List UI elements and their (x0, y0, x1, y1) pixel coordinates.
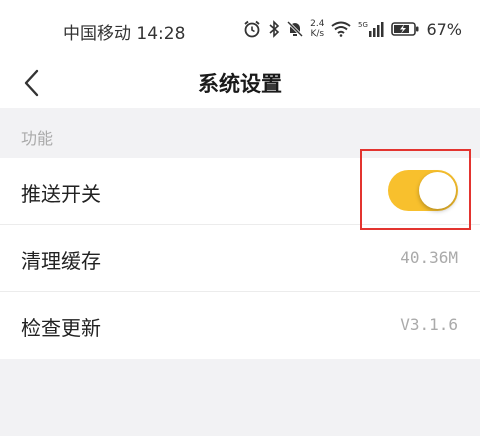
battery-percent: 67% (426, 19, 462, 39)
empty-area (0, 360, 480, 436)
cellular-signal-icon: 5G (358, 20, 384, 38)
push-toggle-label: 推送开关 (21, 182, 101, 206)
battery-icon (391, 21, 419, 37)
version-value: V3.1.6 (400, 315, 458, 334)
net-speed-unit: K/s (310, 29, 325, 39)
status-bar: 中国移动 14:28 2.4 K/s 5G 67% (0, 0, 480, 58)
nav-bar: 系统设置 (0, 58, 480, 108)
check-update-label: 检查更新 (21, 316, 101, 340)
net-speed-value: 2.4 (310, 19, 325, 29)
wifi-icon (331, 21, 352, 37)
alarm-icon (243, 20, 261, 38)
mute-bell-icon (287, 20, 304, 38)
status-icons: 2.4 K/s 5G 67% (243, 16, 462, 42)
carrier-time: 中国移动 14:28 (63, 24, 186, 44)
page-title: 系统设置 (198, 72, 282, 96)
section-header-label: 功能 (21, 129, 54, 148)
toggle-knob (419, 172, 456, 209)
network-speed: 2.4 K/s (310, 19, 324, 39)
clear-cache-row[interactable]: 清理缓存 40.36M (0, 225, 480, 292)
clear-cache-label: 清理缓存 (21, 249, 101, 273)
push-toggle-switch[interactable] (388, 170, 458, 211)
cache-size-value: 40.36M (400, 248, 458, 267)
signal-label: 5G (358, 21, 368, 29)
check-update-row[interactable]: 检查更新 V3.1.6 (0, 292, 480, 359)
bluetooth-icon (268, 20, 280, 38)
